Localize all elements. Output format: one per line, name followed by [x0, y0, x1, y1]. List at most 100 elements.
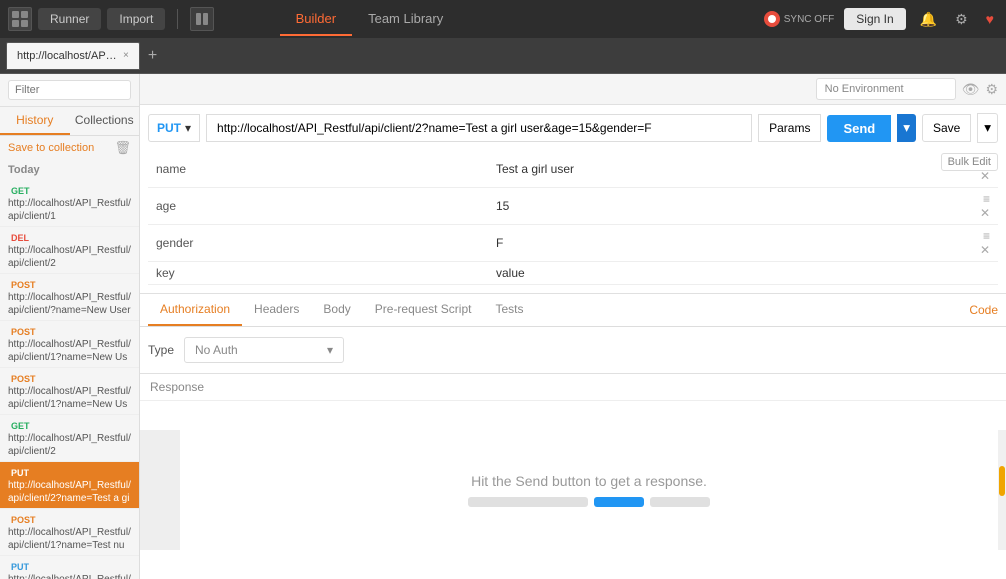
env-eye-icon[interactable]: 👁: [962, 81, 980, 98]
bar-gray-short: [650, 497, 710, 507]
param-row: name Test a girl user ≡ ✕: [148, 151, 998, 188]
trash-icon[interactable]: 🗑: [114, 140, 131, 156]
param-key: name: [148, 151, 488, 188]
heart-icon[interactable]: ♥: [982, 7, 998, 31]
active-tab[interactable]: http://localhost/API_R ×: [6, 42, 140, 70]
tab-body[interactable]: Body: [311, 294, 362, 326]
nav-builder[interactable]: Builder: [280, 3, 352, 36]
param-value: F: [488, 225, 958, 262]
params-section: Bulk Edit name Test a girl user ≡ ✕ age …: [148, 151, 998, 285]
history-url: http://localhost/API_Restful/api/client/…: [8, 385, 131, 411]
history-url: http://localhost/API_Restful/api/client/…: [8, 338, 131, 364]
param-delete-icon[interactable]: ✕: [980, 169, 990, 183]
history-url: http://localhost/API_Restful/api/client/…: [8, 573, 131, 579]
nav-team-library[interactable]: Team Library: [352, 3, 459, 36]
history-url: http://localhost/API_Restful/api/client/…: [8, 479, 131, 505]
history-item[interactable]: PUThttp://localhost/API_Restful/api/clie…: [0, 556, 139, 579]
settings-icon[interactable]: ⚙: [951, 7, 972, 32]
sync-dot: [764, 11, 780, 27]
history-url: http://localhost/API_Restful/api/client/…: [8, 291, 131, 317]
env-select[interactable]: No Environment: [816, 78, 956, 100]
view-toggle[interactable]: [190, 7, 214, 31]
history-url: http://localhost/API_Restful/api/client/…: [8, 526, 131, 552]
method-badge: GET: [8, 185, 33, 197]
sync-area: SYNC OFF: [764, 11, 835, 27]
history-item[interactable]: GEThttp://localhost/API_Restful/api/clie…: [0, 180, 139, 227]
tab-url: http://localhost/API_R: [17, 50, 117, 62]
param-key: age: [148, 188, 488, 225]
response-body: Hit the Send button to get a response.: [140, 430, 1006, 550]
import-button[interactable]: Import: [107, 8, 165, 30]
params-button[interactable]: Params: [758, 114, 821, 142]
send-button[interactable]: Send: [827, 115, 891, 142]
auth-type-select[interactable]: No Auth ▾: [184, 337, 344, 363]
app-logo: [8, 7, 32, 31]
param-reorder-icon[interactable]: ≡: [983, 229, 990, 243]
history-url: http://localhost/API_Restful/api/client/…: [8, 432, 131, 458]
param-delete-icon[interactable]: ✕: [980, 243, 990, 257]
sync-label: SYNC OFF: [784, 14, 835, 25]
tab-pre_request[interactable]: Pre-request Script: [363, 294, 484, 326]
tab-add-button[interactable]: +: [142, 47, 163, 65]
topbar-right: SYNC OFF Sign In 🔔 ⚙ ♥: [764, 7, 998, 32]
bulk-edit-button[interactable]: Bulk Edit: [941, 153, 998, 171]
param-value: Test a girl user: [488, 151, 958, 188]
history-item[interactable]: POSThttp://localhost/API_Restful/api/cli…: [0, 368, 139, 415]
tab-close-button[interactable]: ×: [123, 50, 129, 61]
param-key-placeholder: key: [148, 262, 488, 285]
param-row: age 15 ≡ ✕: [148, 188, 998, 225]
tab-collections[interactable]: Collections: [70, 107, 140, 135]
runner-button[interactable]: Runner: [38, 8, 101, 30]
tab-history[interactable]: History: [0, 107, 70, 135]
history-item[interactable]: POSThttp://localhost/API_Restful/api/cli…: [0, 509, 139, 556]
auth-type-row: Type No Auth ▾: [148, 337, 998, 363]
tab-authorization[interactable]: Authorization: [148, 294, 242, 326]
param-actions: ≡ ✕: [958, 188, 998, 225]
history-url: http://localhost/API_Restful/api/client/…: [8, 197, 131, 223]
method-badge: POST: [8, 373, 39, 385]
param-key: gender: [148, 225, 488, 262]
param-actions: ≡ ✕: [958, 225, 998, 262]
sidebar-actions: Save to collection 🗑: [0, 136, 139, 160]
auth-type-label: Type: [148, 343, 174, 357]
param-value: 15: [488, 188, 958, 225]
history-item[interactable]: POSThttp://localhost/API_Restful/api/cli…: [0, 274, 139, 321]
scrollbar[interactable]: [998, 430, 1006, 550]
filter-input[interactable]: [8, 80, 131, 100]
method-badge: PUT: [8, 467, 32, 479]
request-row: PUT ▾ Params Send ▾ Save ▾: [148, 113, 998, 143]
method-badge: PUT: [8, 561, 32, 573]
content-area: No Environment 👁 ⚙ PUT ▾ Params Send ▾ S…: [140, 74, 1006, 579]
save-dropdown-button[interactable]: ▾: [977, 113, 998, 143]
save-button[interactable]: Save: [922, 114, 971, 142]
param-row: gender F ≡ ✕: [148, 225, 998, 262]
param-reorder-icon[interactable]: ≡: [983, 192, 990, 206]
method-badge: POST: [8, 514, 39, 526]
history-item[interactable]: PUThttp://localhost/API_Restful/api/clie…: [0, 462, 139, 509]
response-hit-send-text: Hit the Send button to get a response.: [471, 473, 707, 489]
method-badge: POST: [8, 326, 39, 338]
tab-tests[interactable]: Tests: [483, 294, 535, 326]
method-badge: DEL: [8, 232, 32, 244]
main-area: History Collections Save to collection 🗑…: [0, 74, 1006, 579]
url-input[interactable]: [206, 114, 752, 142]
method-badge: POST: [8, 279, 39, 291]
scrollbar-thumb: [999, 466, 1005, 496]
history-item[interactable]: DELhttp://localhost/API_Restful/api/clie…: [0, 227, 139, 274]
param-delete-icon[interactable]: ✕: [980, 206, 990, 220]
sign-in-button[interactable]: Sign In: [844, 8, 905, 30]
code-link[interactable]: Code: [969, 295, 998, 325]
today-label: Today: [0, 160, 139, 180]
tab-headers[interactable]: Headers: [242, 294, 311, 326]
notification-icon[interactable]: 🔔: [916, 7, 941, 32]
env-gear-icon[interactable]: ⚙: [985, 81, 998, 98]
param-value-placeholder: value: [488, 262, 958, 285]
request-area: PUT ▾ Params Send ▾ Save ▾ Bulk Edit nam…: [140, 105, 1006, 294]
save-to-collection-link[interactable]: Save to collection: [8, 142, 94, 154]
history-item[interactable]: GEThttp://localhost/API_Restful/api/clie…: [0, 415, 139, 462]
auth-no-auth-label: No Auth: [195, 343, 238, 357]
history-item[interactable]: POSThttp://localhost/API_Restful/api/cli…: [0, 321, 139, 368]
history-list: GEThttp://localhost/API_Restful/api/clie…: [0, 180, 139, 579]
send-dropdown-button[interactable]: ▾: [897, 114, 916, 142]
method-select[interactable]: PUT ▾: [148, 114, 200, 142]
